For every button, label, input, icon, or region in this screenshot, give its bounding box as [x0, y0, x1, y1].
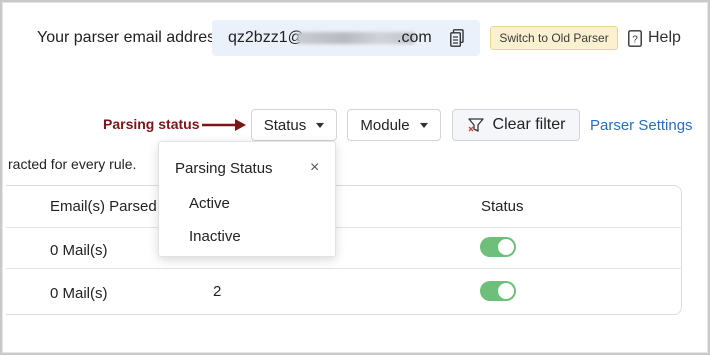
parsing-status-annotation: Parsing status [103, 116, 200, 132]
copy-icon[interactable] [450, 29, 464, 47]
column-header-status: Status [481, 198, 524, 215]
row-1-emails-parsed: 0 Mail(s) [50, 242, 108, 259]
annotation-arrow-icon [202, 119, 246, 131]
dropdown-title: Parsing Status [175, 160, 273, 177]
parser-settings-link[interactable]: Parser Settings [590, 117, 693, 134]
chevron-down-icon [419, 122, 428, 128]
close-icon[interactable]: × [310, 159, 319, 177]
row-divider [6, 227, 682, 228]
status-filter-label: Status [263, 116, 307, 134]
switch-to-old-parser-button[interactable]: Switch to Old Parser [490, 26, 618, 50]
parser-rules-table: Email(s) Parsed Status 0 Mail(s) 0 Mail(… [6, 185, 682, 315]
status-filter-button[interactable]: Status [251, 109, 337, 141]
module-filter-button[interactable]: Module [347, 109, 441, 141]
help-link[interactable]: ? Help [628, 28, 681, 48]
toggle-knob [498, 283, 514, 299]
chevron-down-icon [316, 122, 325, 128]
svg-text:?: ? [632, 34, 638, 45]
clear-filter-icon [467, 118, 484, 132]
dropdown-option-active[interactable]: Active [189, 195, 230, 212]
parsing-status-dropdown: Parsing Status × Active Inactive [158, 141, 336, 257]
row-2-count: 2 [213, 283, 222, 300]
row-divider [6, 268, 682, 269]
email-address-label: Your parser email address [37, 29, 224, 46]
email-address-prefix: qz2bzz1@ [228, 29, 304, 46]
email-address-box: qz2bzz1@ .com [212, 20, 480, 56]
clear-filter-button[interactable]: Clear filter [452, 109, 580, 141]
toggle-knob [498, 239, 514, 255]
column-header-emails-parsed: Email(s) Parsed [50, 198, 157, 215]
row-2-status-toggle[interactable] [480, 281, 516, 301]
help-label: Help [648, 29, 681, 46]
email-address-suffix: .com [397, 29, 432, 46]
dropdown-option-inactive[interactable]: Inactive [189, 228, 241, 245]
module-filter-label: Module [360, 116, 410, 134]
rule-info-text: racted for every rule. [8, 156, 137, 172]
help-icon: ? [628, 29, 642, 47]
row-2-emails-parsed: 0 Mail(s) [50, 285, 108, 302]
clear-filter-label: Clear filter [492, 116, 566, 133]
row-1-status-toggle[interactable] [480, 237, 516, 257]
